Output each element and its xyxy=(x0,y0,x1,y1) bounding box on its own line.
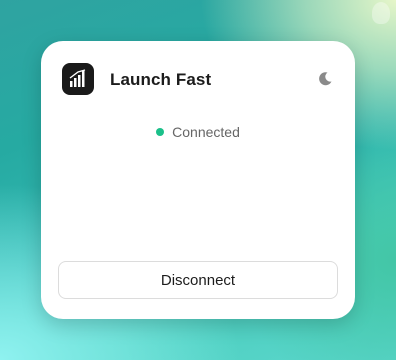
theme-toggle-button[interactable] xyxy=(317,71,333,87)
extension-popup: Launch Fast Connected Disconnect xyxy=(41,41,355,319)
moon-icon xyxy=(319,72,332,86)
bar-chart-logo-icon xyxy=(69,69,86,87)
status-text: Connected xyxy=(172,124,240,140)
disconnect-button[interactable]: Disconnect xyxy=(58,261,338,299)
status-indicator-dot xyxy=(156,128,165,136)
app-logo-icon xyxy=(62,63,94,95)
app-title: Launch Fast xyxy=(110,70,212,89)
connection-status: Connected xyxy=(41,124,355,140)
wallpaper-decoration xyxy=(372,2,390,24)
